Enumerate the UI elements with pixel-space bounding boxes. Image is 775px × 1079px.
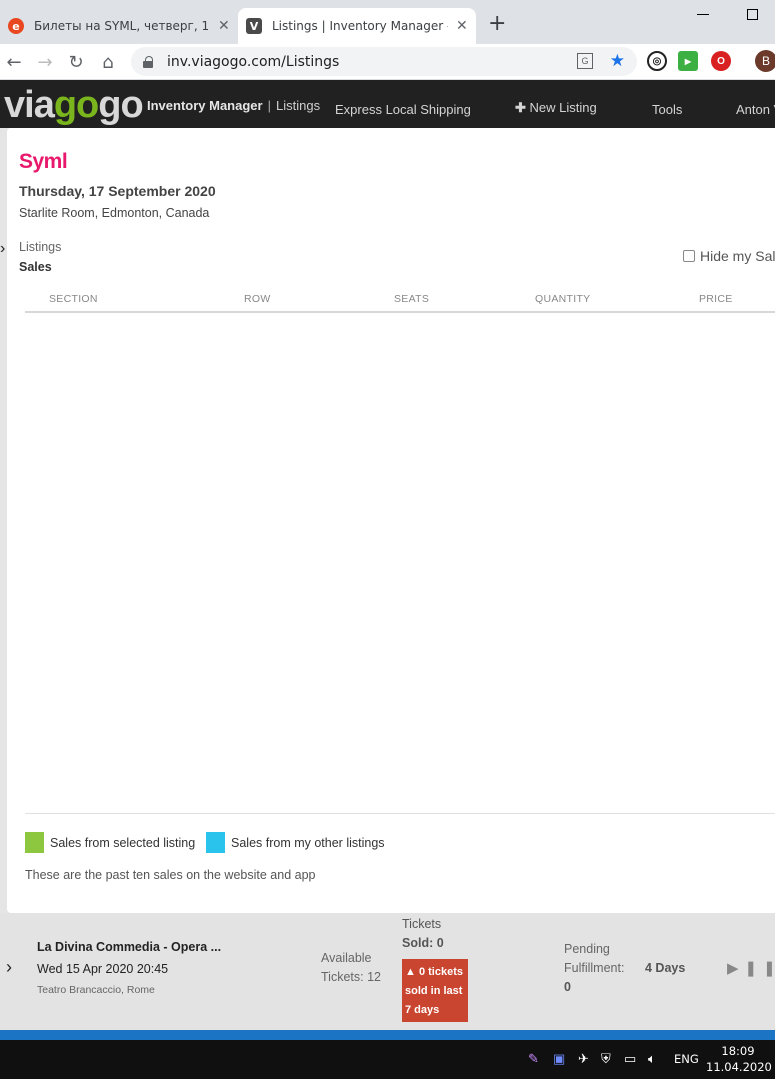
legend-swatch-blue [206, 832, 225, 853]
sales-modal: Syml Thursday, 17 September 2020 Starlit… [7, 128, 775, 913]
reload-icon[interactable]: ↻ [64, 50, 88, 74]
legend-swatch-green [25, 832, 44, 853]
sales-alert-badge: ▲ 0 tickets sold in last 7 days [402, 959, 468, 1022]
new-tab-button[interactable]: + [488, 12, 506, 36]
close-tab-icon[interactable]: ✕ [456, 18, 468, 34]
available-label: Available [321, 951, 372, 965]
address-bar[interactable]: inv.viagogo.com/Listings G ★ [131, 47, 637, 76]
language-indicator[interactable]: ENG [674, 1052, 699, 1066]
user-menu[interactable]: Anton V [736, 102, 775, 117]
minimize-window-icon[interactable] [697, 14, 709, 15]
column-header-section: SECTION [49, 293, 98, 305]
column-header-row: ROW [244, 293, 271, 305]
inventory-manager-link[interactable]: Inventory Manager [147, 98, 263, 113]
tickets-sold-value: Sold: 0 [402, 936, 444, 950]
event-date: Thursday, 17 September 2020 [19, 183, 216, 199]
table-footer-divider [25, 813, 775, 814]
listing-event-name[interactable]: La Divina Commedia - Opera ... [37, 940, 221, 954]
listings-link[interactable]: Listings [276, 98, 320, 113]
listing-controls: ▶❚❚ [727, 959, 775, 977]
play-icon[interactable]: ▶ [727, 960, 745, 977]
windows-taskbar: ✎ ▣ ✈ ⛨ ▭ 🔈︎ ENG 18:09 11.04.2020 [0, 1040, 775, 1079]
sales-note: These are the past ten sales on the webs… [25, 868, 316, 882]
warning-icon: ▲ [405, 966, 416, 978]
site-header: viagogo Inventory Manager | Listings Expre… [0, 80, 775, 128]
available-value: Tickets: 12 [321, 970, 381, 984]
lock-icon [143, 55, 153, 68]
browser-tab-listings[interactable]: V Listings | Inventory Manager - via ✕ [238, 8, 476, 44]
hide-my-sales-checkbox[interactable] [683, 250, 695, 262]
breadcrumb: Inventory Manager | Listings [147, 98, 321, 113]
extension-icon[interactable]: ◎ [647, 51, 667, 71]
listing-event-venue: Teatro Brancaccio, Rome [37, 984, 155, 996]
pending-value: 0 [564, 980, 571, 994]
listing-event-datetime: Wed 15 Apr 2020 20:45 [37, 962, 169, 976]
opera-extension-icon[interactable]: O [711, 51, 731, 71]
chevron-right-icon[interactable]: › [6, 957, 12, 978]
browser-favicon-icon: e [8, 18, 24, 34]
tab-listings[interactable]: Listings [19, 240, 61, 254]
chevron-right-icon: › [0, 240, 6, 257]
display-icon[interactable]: ▣ [553, 1051, 565, 1067]
event-venue: Starlite Room, Edmonton, Canada [19, 206, 210, 220]
back-arrow-icon[interactable]: ← [2, 50, 26, 74]
volume-icon[interactable]: 🔈︎ [648, 1051, 656, 1067]
new-listing-button[interactable]: ✚ New Listing [515, 100, 597, 116]
airplane-icon[interactable]: ✈ [578, 1051, 589, 1067]
tools-menu[interactable]: Tools [652, 102, 682, 117]
maximize-window-icon[interactable] [747, 9, 758, 20]
column-header-quantity: QUANTITY [535, 293, 591, 305]
url-text[interactable]: inv.viagogo.com/Listings [167, 54, 339, 70]
pending-days: 4 Days [645, 961, 686, 975]
legend-selected-listing: Sales from selected listing [25, 832, 195, 853]
profile-avatar[interactable]: B [755, 50, 775, 72]
browser-tab-strip: e Билеты на SYML, четверг, 17 сен ✕ V Li… [0, 0, 775, 44]
pause-icon[interactable]: ❚❚ [745, 960, 775, 977]
column-header-seats: SEATS [394, 293, 430, 305]
home-icon[interactable]: ⌂ [96, 50, 120, 74]
page-bottom-stripe [0, 1030, 775, 1040]
play-extension-icon[interactable]: ▶ [678, 51, 698, 71]
browser-tab-tickets[interactable]: e Билеты на SYML, четверг, 17 сен ✕ [0, 8, 238, 44]
bookmark-star-icon[interactable]: ★ [610, 51, 625, 71]
column-header-price: PRICE [699, 293, 733, 305]
background-listing-row: › Tickets Sold: 0 La Divina Commedia - O… [0, 913, 775, 1030]
close-tab-icon[interactable]: ✕ [218, 18, 230, 34]
viagogo-favicon-icon: V [246, 18, 262, 34]
tab-title: Listings | Inventory Manager - via [272, 19, 448, 33]
fulfillment-label: Fulfillment: [564, 961, 625, 975]
hide-my-sales-toggle[interactable]: Hide my Sal [683, 248, 775, 264]
tickets-sold-label: Tickets [402, 917, 442, 931]
system-clock[interactable]: 18:09 11.04.2020 [706, 1043, 772, 1075]
shield-icon[interactable]: ⛨ [601, 1051, 611, 1067]
forward-arrow-icon[interactable]: → [33, 50, 57, 74]
pen-icon[interactable]: ✎ [528, 1051, 539, 1067]
table-header-divider [25, 311, 775, 313]
browser-toolbar: ← → ↻ ⌂ inv.viagogo.com/Listings G ★ ◎ ▶… [0, 44, 775, 80]
plus-icon: ✚ [515, 100, 526, 115]
network-icon[interactable]: ▭ [624, 1051, 636, 1067]
tab-title: Билеты на SYML, четверг, 17 сен [34, 19, 210, 33]
express-shipping-link[interactable]: Express Local Shipping [335, 102, 471, 117]
pending-label: Pending [564, 942, 610, 956]
translate-icon[interactable]: G [577, 53, 593, 69]
tab-sales[interactable]: Sales [19, 260, 52, 274]
legend-other-listings: Sales from my other listings [206, 832, 385, 853]
event-title: Syml [19, 150, 68, 173]
viagogo-logo[interactable]: viagogo [4, 85, 144, 125]
